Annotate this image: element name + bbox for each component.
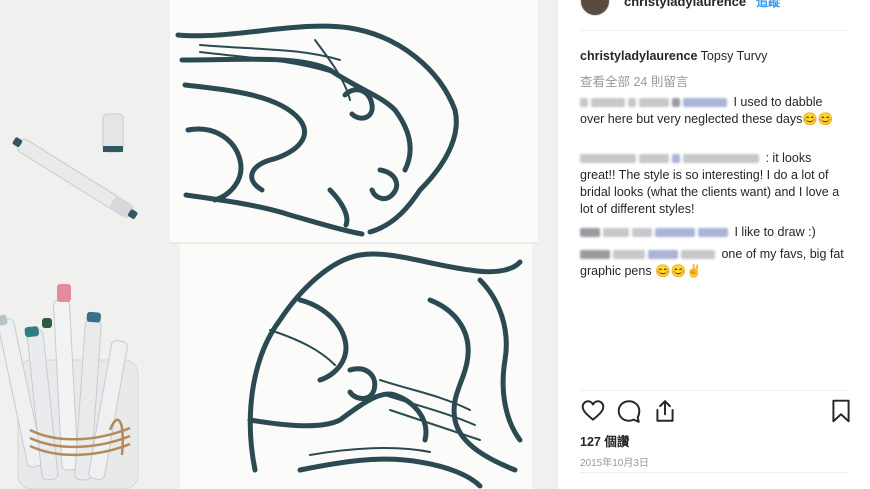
caption-text: Topsy Turvy xyxy=(700,49,768,63)
redacted-username[interactable] xyxy=(580,154,636,164)
caption: christyladylaurence Topsy Turvy xyxy=(580,49,767,63)
comment-icon[interactable] xyxy=(616,398,642,424)
comment-4: one of my favs, big fat graphic pens 😊😊✌ xyxy=(580,246,850,280)
header-username[interactable]: christyladylaurence xyxy=(624,0,746,9)
heart-icon[interactable] xyxy=(580,398,606,424)
post-photo[interactable] xyxy=(0,0,558,489)
actions-divider xyxy=(580,390,848,391)
view-all-comments-link[interactable]: 查看全部 24 則留言 xyxy=(580,71,688,90)
comment-panel: christyladylaurence 追蹤 christyladylauren… xyxy=(558,0,870,489)
action-bar xyxy=(580,398,850,424)
header-divider xyxy=(580,30,848,31)
photo-illustration xyxy=(0,0,558,489)
comment-2: : it looks great!! The style is so inter… xyxy=(580,150,850,218)
redacted-username[interactable] xyxy=(580,98,588,108)
share-icon[interactable] xyxy=(652,398,678,424)
comment-3: I like to draw :) xyxy=(580,224,850,241)
bookmark-icon[interactable] xyxy=(828,398,854,424)
post-header: christyladylaurence 追蹤 xyxy=(580,0,780,16)
footer-divider xyxy=(580,472,848,473)
redacted-username[interactable] xyxy=(580,228,600,238)
redacted-username[interactable] xyxy=(580,250,610,260)
post-date: 2015年10月3日 xyxy=(580,458,649,469)
like-count[interactable]: 127 個讚 xyxy=(580,431,629,450)
comment-text: I like to draw :) xyxy=(734,225,816,239)
caption-username[interactable]: christyladylaurence xyxy=(580,49,697,63)
follow-button[interactable]: 追蹤 xyxy=(756,0,780,10)
avatar[interactable] xyxy=(580,0,610,16)
comment-1: I used to dabble over here but very negl… xyxy=(580,94,850,128)
